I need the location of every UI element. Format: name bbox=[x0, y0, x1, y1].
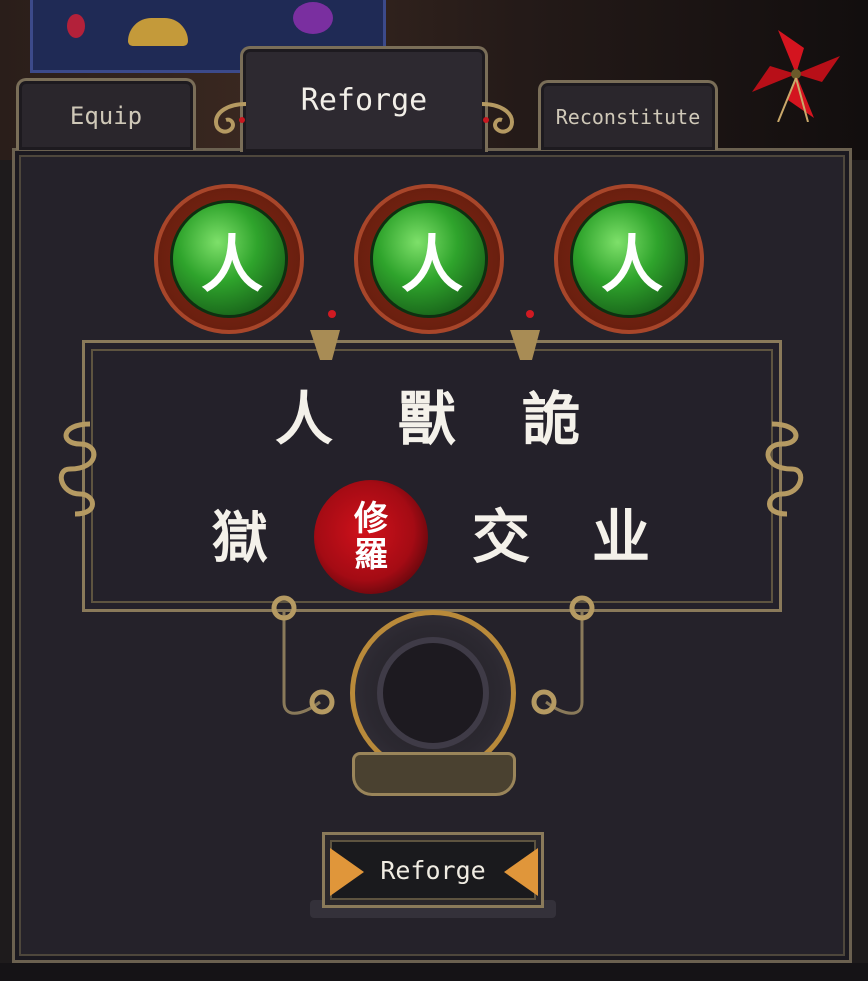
arrow-left-icon bbox=[504, 848, 538, 896]
pinwheel-icon[interactable] bbox=[748, 26, 844, 122]
gem-character: 詭 bbox=[522, 385, 581, 453]
tab-equip[interactable]: Equip bbox=[16, 78, 196, 150]
gem-glyph: 人 bbox=[400, 228, 463, 301]
seal-character: 羅 bbox=[354, 535, 388, 575]
reforge-button-label: Reforge bbox=[380, 855, 486, 885]
empty-slot-ring bbox=[377, 637, 489, 749]
tab-reconstitute[interactable]: Reconstitute bbox=[538, 80, 718, 150]
arrow-right-icon bbox=[330, 848, 364, 896]
red-seal-icon: 修 羅 bbox=[314, 480, 428, 594]
scroll-ornament-icon bbox=[481, 102, 515, 134]
tab-equip-label: Equip bbox=[69, 101, 143, 130]
slot-pedestal bbox=[352, 752, 516, 796]
gem-character: 獸 bbox=[398, 385, 457, 453]
gem-connector-ornaments bbox=[310, 310, 540, 360]
gem-slot-1[interactable]: 人 bbox=[154, 184, 304, 334]
tab-reconstitute-label: Reconstitute bbox=[555, 104, 701, 129]
gem-text-frame bbox=[82, 340, 782, 612]
cloud-scroll-ornament-icon bbox=[58, 421, 97, 517]
gem-glyph: 人 bbox=[600, 228, 663, 301]
seal-character: 修 bbox=[354, 499, 388, 539]
gem-character: 交 bbox=[472, 503, 531, 571]
tab-reforge[interactable]: Reforge bbox=[240, 46, 488, 152]
orb-decoration bbox=[293, 2, 333, 34]
panel-shadow bbox=[0, 963, 868, 981]
gem-glyph: 人 bbox=[200, 228, 263, 301]
tab-reforge-label: Reforge bbox=[300, 83, 428, 118]
lamp-decoration bbox=[128, 18, 188, 46]
jade-gem: 人 bbox=[170, 200, 288, 318]
gem-character: 獄 bbox=[212, 505, 268, 571]
jade-gem: 人 bbox=[570, 200, 688, 318]
cloud-scroll-ornament-icon bbox=[765, 421, 804, 517]
rose-decoration bbox=[67, 14, 85, 38]
reforge-screen: Equip Reforge Reconstitute 人 人 人 人 獸 詭 獄… bbox=[0, 0, 868, 981]
gem-character: 人 bbox=[275, 385, 334, 453]
gem-character: 业 bbox=[592, 503, 651, 571]
scroll-ornament-icon bbox=[213, 102, 247, 134]
